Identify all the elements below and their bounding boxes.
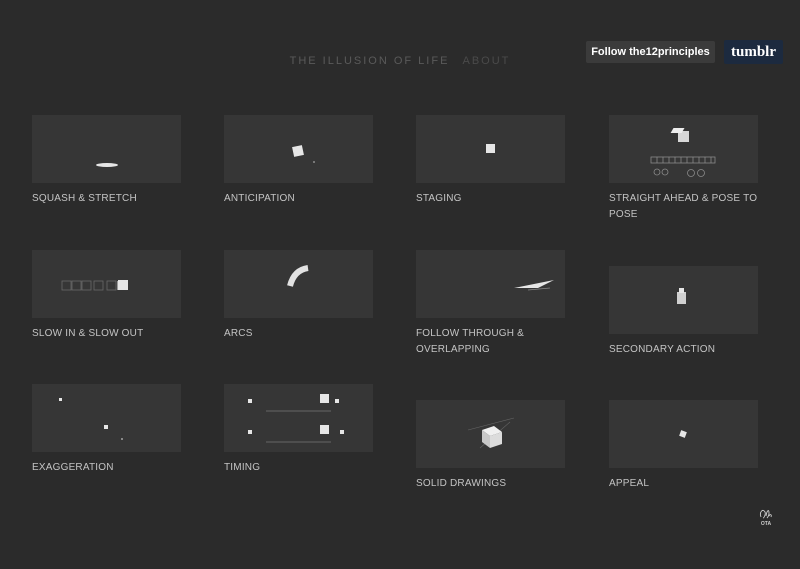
- tumblr-logo-button[interactable]: tumblr: [724, 40, 783, 64]
- ball-bottom: [121, 438, 123, 440]
- card-label: TIMING: [224, 462, 261, 473]
- ball-middle: [104, 425, 108, 429]
- follow-button[interactable]: Follow the12principles: [586, 41, 715, 63]
- card-label: ANTICIPATION: [224, 193, 295, 204]
- signature-text: OTA: [761, 521, 772, 527]
- card-label: STAGING: [416, 193, 462, 204]
- arc-path-illustration: [287, 265, 309, 287]
- card-label: SECONDARY ACTION: [609, 344, 716, 355]
- tilted-cube: [292, 145, 304, 157]
- principle-card-arcs[interactable]: ARCS: [224, 250, 373, 342]
- follow-through-illustration: [514, 280, 554, 291]
- principle-card-squash-stretch[interactable]: SQUASH & STRETCH: [32, 115, 181, 207]
- card-label: APPEAL: [609, 478, 650, 489]
- principle-card-appeal[interactable]: APPEAL: [609, 400, 758, 492]
- card-label: EXAGGERATION: [32, 462, 114, 473]
- principle-card-anticipation[interactable]: ANTICIPATION: [224, 115, 373, 207]
- card-label: FOLLOW THROUGH & OVERLAPPING: [416, 328, 525, 355]
- animation-thumbnail[interactable]: [224, 384, 373, 452]
- animation-thumbnail[interactable]: [609, 400, 758, 468]
- pose-sequence-illustration: [650, 128, 716, 177]
- card-label: STRAIGHT AHEAD & POSE TO POSE: [609, 193, 758, 220]
- principle-card-slow-in-out[interactable]: SLOW IN & SLOW OUT: [32, 250, 181, 342]
- character-body: [677, 292, 686, 304]
- nav-home-link[interactable]: THE ILLUSION OF LIFE: [290, 55, 450, 67]
- animation-thumbnail[interactable]: [224, 250, 373, 318]
- timing-comparison-illustration: [248, 394, 344, 443]
- easing-frames-illustration: [61, 280, 128, 291]
- principle-card-straight-ahead[interactable]: STRAIGHT AHEAD & POSE TO POSE: [609, 115, 758, 223]
- principle-card-follow-through[interactable]: FOLLOW THROUGH & OVERLAPPING: [416, 250, 565, 358]
- animation-thumbnail[interactable]: [224, 115, 373, 183]
- animation-thumbnail[interactable]: [32, 384, 181, 452]
- motion-dot: [313, 161, 315, 163]
- animation-thumbnail[interactable]: [32, 115, 181, 183]
- character-head: [679, 288, 684, 293]
- card-label: SLOW IN & SLOW OUT: [32, 328, 144, 339]
- cube: [486, 144, 495, 153]
- principle-card-solid-drawings[interactable]: SOLID DRAWINGS: [416, 400, 565, 492]
- principle-card-exaggeration[interactable]: EXAGGERATION: [32, 384, 181, 476]
- animation-thumbnail[interactable]: [609, 115, 758, 183]
- animation-thumbnail[interactable]: [416, 115, 565, 183]
- animation-thumbnail[interactable]: [416, 400, 565, 468]
- animation-thumbnail[interactable]: [32, 250, 181, 318]
- principle-card-staging[interactable]: STAGING: [416, 115, 565, 207]
- principle-card-secondary-action[interactable]: SECONDARY ACTION: [609, 266, 758, 358]
- card-label: SOLID DRAWINGS: [416, 478, 507, 489]
- solid-cube-illustration: [467, 417, 515, 449]
- animation-thumbnail[interactable]: [609, 266, 758, 334]
- author-signature-logo[interactable]: OTA: [754, 504, 778, 528]
- card-label: SQUASH & STRETCH: [32, 193, 137, 204]
- ball-top: [59, 398, 62, 401]
- cube: [679, 430, 687, 438]
- nav-about-link[interactable]: ABOUT: [462, 55, 510, 67]
- squashed-cube: [96, 163, 118, 167]
- card-label: ARCS: [224, 328, 253, 339]
- animation-thumbnail[interactable]: [416, 250, 565, 318]
- principle-card-timing[interactable]: TIMING: [224, 384, 373, 476]
